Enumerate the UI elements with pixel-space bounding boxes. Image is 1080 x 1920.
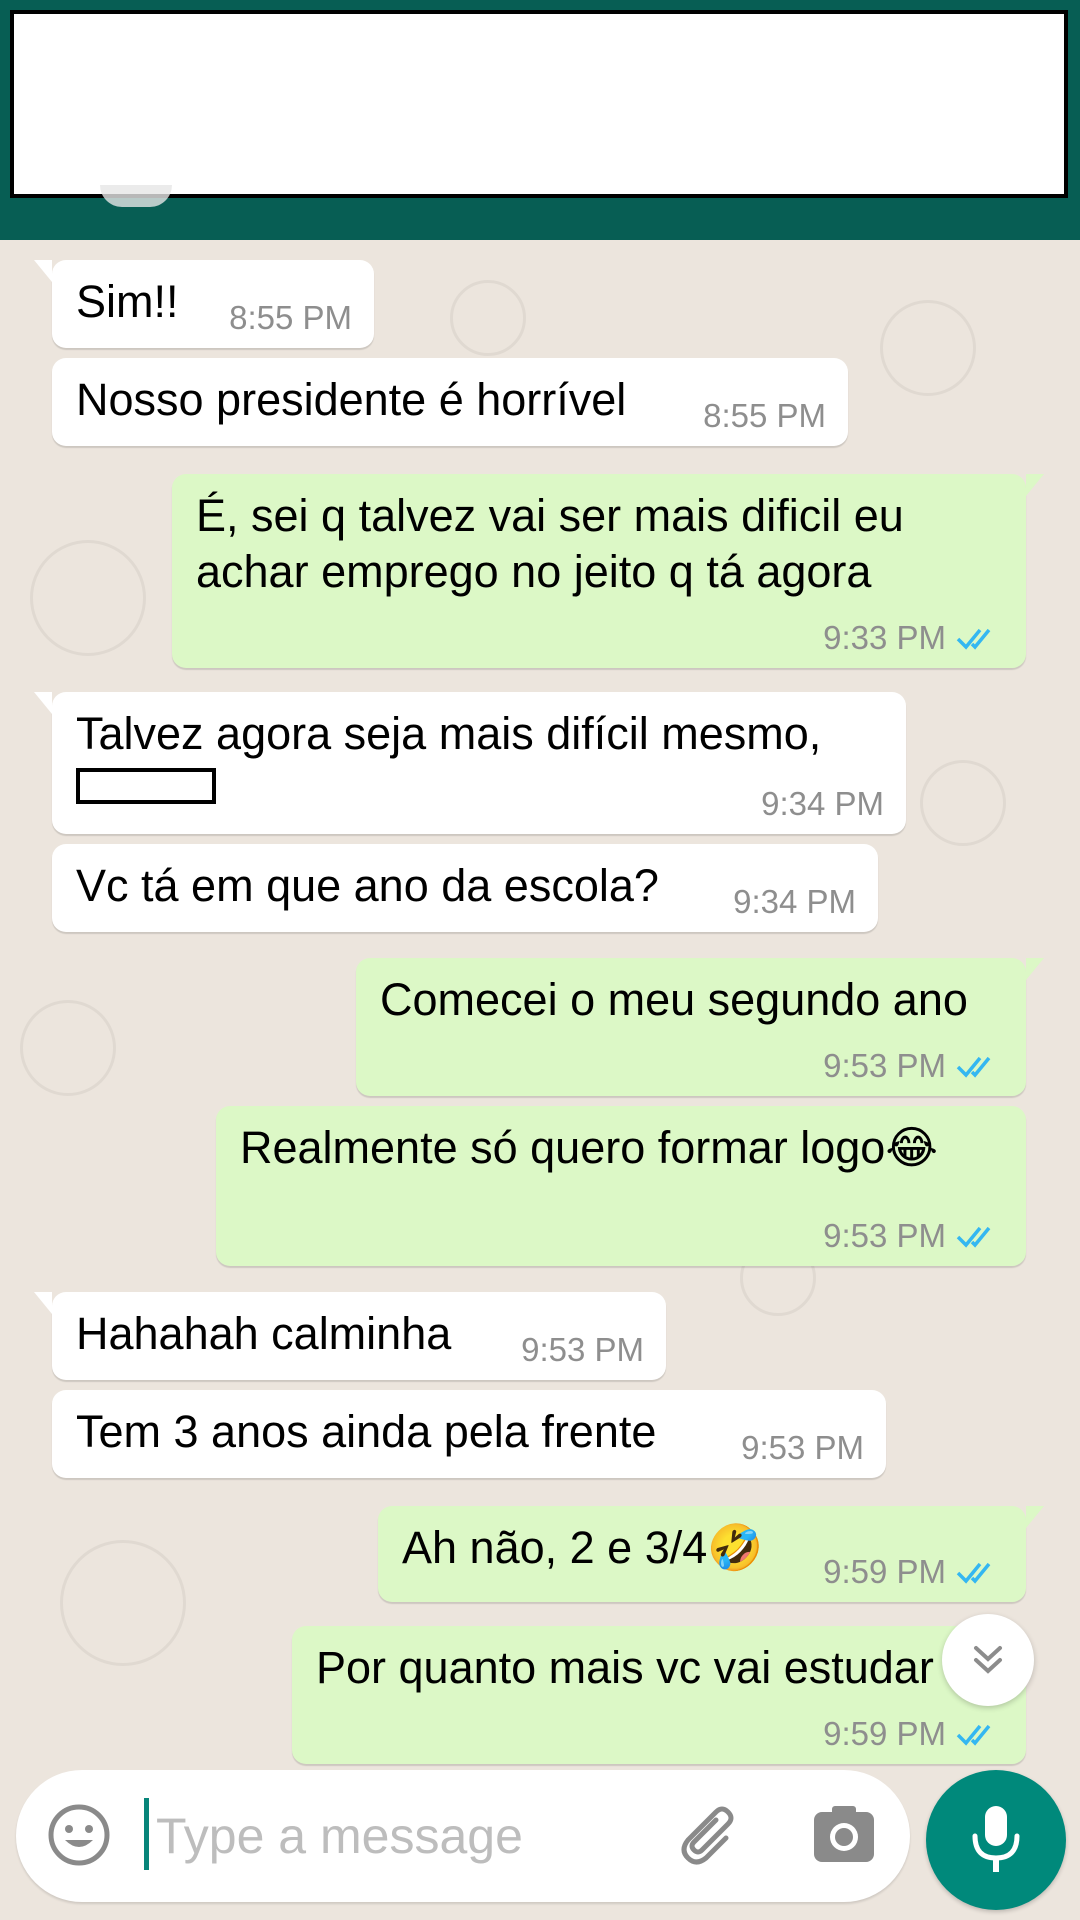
message-incoming[interactable]: Talvez agora seja mais difícil mesmo, 9:…	[34, 692, 906, 834]
wallpaper-doodle	[880, 300, 976, 396]
redacted-text-block	[76, 768, 216, 804]
paperclip-icon[interactable]	[676, 1800, 746, 1870]
double-check-icon	[956, 628, 991, 650]
message-outgoing[interactable]: Realmente só quero formar logo😂 9:53 PM	[216, 1106, 1026, 1266]
message-text: Vc tá em que ano da escola?	[76, 860, 659, 911]
double-check-icon	[956, 1724, 991, 1746]
wallpaper-doodle	[60, 1540, 186, 1666]
message-list[interactable]: Sim!! 8:55 PM Nosso presidente é horríve…	[0, 240, 1080, 1770]
message-text: Tem 3 anos ainda pela frente	[76, 1406, 657, 1457]
message-time: 9:59 PM	[823, 1553, 946, 1590]
wallpaper-doodle	[450, 280, 526, 356]
message-time: 9:59 PM	[823, 1715, 946, 1752]
wallpaper-doodle	[30, 540, 146, 656]
message-time: 9:53 PM	[823, 1217, 946, 1254]
message-input[interactable]	[156, 1800, 676, 1872]
message-time: 9:34 PM	[733, 883, 856, 920]
chevron-double-down-icon	[974, 1646, 1002, 1674]
message-outgoing[interactable]: Ah não, 2 e 3/4🤣 9:59 PM	[378, 1506, 1044, 1602]
message-text: Comecei o meu segundo ano	[380, 974, 968, 1025]
text-cursor	[144, 1798, 149, 1870]
message-incoming[interactable]: Vc tá em que ano da escola? 9:34 PM	[52, 844, 878, 932]
scroll-to-bottom-button[interactable]	[942, 1614, 1034, 1706]
message-incoming[interactable]: Tem 3 anos ainda pela frente 9:53 PM	[52, 1390, 886, 1478]
redacted-header-block	[10, 10, 1068, 198]
voice-message-button[interactable]	[926, 1770, 1066, 1910]
message-text: Por quanto mais vc vai estudar	[316, 1642, 934, 1693]
message-text: Nosso presidente é horrível	[76, 374, 627, 425]
message-time: 8:55 PM	[703, 397, 826, 434]
message-text: Ah não, 2 e 3/4🤣	[402, 1522, 764, 1573]
chat-header	[0, 0, 1080, 240]
microphone-icon	[972, 1806, 1020, 1872]
message-text: É, sei q talvez vai ser mais dificil eu …	[196, 490, 904, 597]
message-text: Talvez agora seja mais difícil mesmo,	[76, 708, 822, 759]
message-time: 9:53 PM	[823, 1047, 946, 1084]
smiley-icon[interactable]	[46, 1802, 112, 1868]
double-check-icon	[956, 1562, 991, 1584]
message-time: 8:55 PM	[229, 299, 352, 336]
message-outgoing[interactable]: Comecei o meu segundo ano 9:53 PM	[356, 958, 1044, 1096]
camera-icon[interactable]	[812, 1804, 876, 1866]
double-check-icon	[956, 1056, 991, 1078]
avatar[interactable]	[100, 185, 172, 207]
message-time: 9:53 PM	[521, 1331, 644, 1368]
message-outgoing[interactable]: É, sei q talvez vai ser mais dificil eu …	[172, 474, 1044, 668]
message-text: Sim!!	[76, 276, 179, 327]
message-text: Hahahah calminha	[76, 1308, 452, 1359]
message-outgoing[interactable]: Por quanto mais vc vai estudar 9:59 PM	[292, 1626, 1026, 1764]
message-input-container[interactable]	[16, 1770, 910, 1902]
wallpaper-doodle	[20, 1000, 116, 1096]
message-incoming[interactable]: Sim!! 8:55 PM	[34, 260, 374, 348]
message-time: 9:34 PM	[761, 785, 884, 822]
message-time: 9:33 PM	[823, 619, 946, 656]
message-incoming[interactable]: Nosso presidente é horrível 8:55 PM	[52, 358, 848, 446]
message-text: Realmente só quero formar logo😂	[240, 1122, 938, 1173]
composer-bar	[0, 1770, 1080, 1920]
message-incoming[interactable]: Hahahah calminha 9:53 PM	[34, 1292, 666, 1380]
wallpaper-doodle	[920, 760, 1006, 846]
double-check-icon	[956, 1226, 991, 1248]
message-time: 9:53 PM	[741, 1429, 864, 1466]
